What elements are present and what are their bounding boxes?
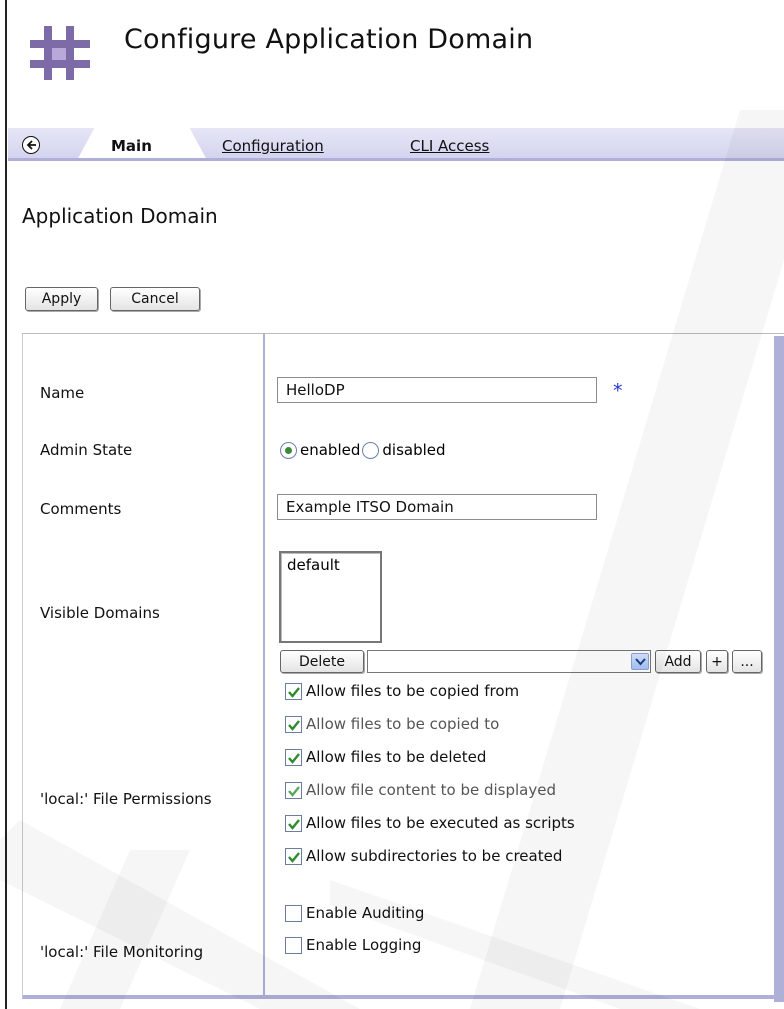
enable-auditing-label: Enable Auditing (306, 904, 425, 922)
visible-domains-label: Visible Domains (40, 604, 160, 622)
display-content-label: Allow file content to be displayed (306, 781, 556, 799)
subdirectories-checkbox[interactable] (285, 847, 302, 865)
delete-files-label: Allow files to be deleted (306, 748, 487, 766)
enabled-radio[interactable] (280, 441, 297, 459)
checkmark-icon (288, 785, 300, 797)
tab-bar: Main Configuration CLI Access (8, 128, 784, 162)
name-label: Name (40, 384, 85, 402)
list-item[interactable]: default (287, 556, 374, 574)
permission-copy-from: Allow files to be copied from (285, 682, 519, 700)
permission-subdirectories: Allow subdirectories to be created (285, 847, 562, 865)
checkmark-icon (288, 686, 300, 698)
left-border (5, 0, 7, 1009)
subdirectories-label: Allow subdirectories to be created (306, 847, 563, 865)
back-arrow-icon (26, 140, 36, 150)
execute-scripts-label: Allow files to be executed as scripts (306, 814, 575, 832)
file-monitoring-label: 'local:' File Monitoring (40, 943, 204, 961)
tab-configuration[interactable]: Configuration (222, 137, 324, 155)
new-domain-button[interactable]: + (706, 650, 728, 673)
permission-delete: Allow files to be deleted (285, 748, 486, 766)
enabled-radio-label: enabled (300, 441, 361, 459)
checkmark-icon (288, 818, 300, 830)
enable-auditing-checkbox[interactable] (285, 904, 302, 922)
permission-execute: Allow files to be executed as scripts (285, 814, 575, 832)
disabled-radio-label: disabled (382, 441, 446, 459)
name-input[interactable]: HelloDP (277, 377, 597, 403)
section-heading: Application Domain (22, 204, 218, 228)
disabled-radio[interactable] (362, 441, 380, 459)
tab-bar-underline (8, 158, 784, 161)
hash-logo-icon (30, 26, 90, 80)
tab-main[interactable]: Main (111, 137, 152, 155)
column-divider (263, 334, 265, 995)
checkmark-icon (288, 752, 300, 764)
admin-state-label: Admin State (40, 441, 133, 459)
delete-button[interactable]: Delete (280, 650, 364, 673)
chevron-down-icon (635, 658, 646, 666)
tab-cli-access[interactable]: CLI Access (410, 137, 489, 155)
file-permissions-label: 'local:' File Permissions (40, 790, 212, 808)
edit-domain-button[interactable]: ... (732, 650, 762, 673)
permission-copy-to: Allow files to be copied to (285, 715, 499, 733)
comments-input[interactable]: Example ITSO Domain (277, 494, 597, 520)
page-title: Configure Application Domain (124, 24, 534, 55)
enable-logging-checkbox[interactable] (285, 936, 302, 954)
execute-scripts-checkbox[interactable] (285, 814, 302, 832)
monitoring-auditing: Enable Auditing (285, 904, 424, 922)
required-marker: * (613, 380, 623, 402)
display-content-checkbox[interactable] (285, 781, 302, 799)
copy-to-checkbox[interactable] (285, 715, 302, 733)
copy-to-label: Allow files to be copied to (306, 715, 500, 733)
back-button[interactable] (22, 136, 40, 154)
admin-state-radio-group: enabled disabled (280, 441, 446, 459)
visible-domains-listbox[interactable]: default (279, 551, 382, 643)
delete-files-checkbox[interactable] (285, 748, 302, 766)
enable-logging-label: Enable Logging (306, 936, 422, 954)
monitoring-logging: Enable Logging (285, 936, 421, 954)
add-button[interactable]: Add (655, 650, 701, 673)
dropdown-arrow[interactable] (631, 653, 649, 670)
copy-from-label: Allow files to be copied from (306, 682, 520, 700)
permission-display: Allow file content to be displayed (285, 781, 556, 799)
apply-button[interactable]: Apply (25, 287, 98, 311)
domain-select[interactable] (367, 650, 651, 673)
comments-label: Comments (40, 500, 122, 518)
checkmark-icon (288, 719, 300, 731)
copy-from-checkbox[interactable] (285, 682, 302, 700)
panel-right-border (774, 336, 784, 1002)
checkmark-icon (288, 851, 300, 863)
cancel-button[interactable]: Cancel (110, 287, 200, 311)
